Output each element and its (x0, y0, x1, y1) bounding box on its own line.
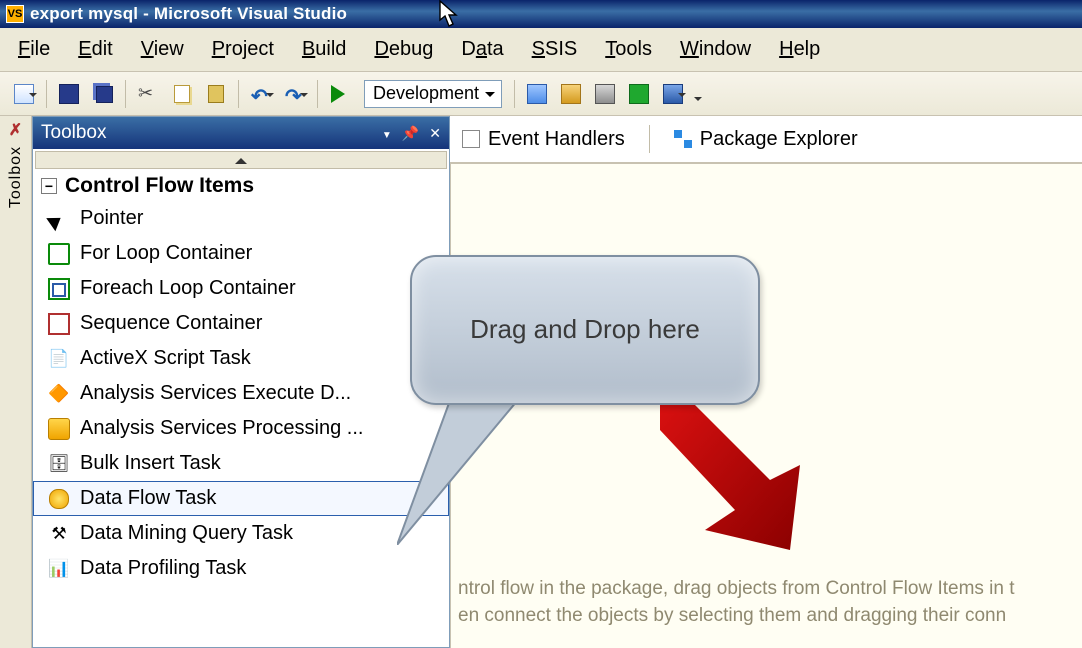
toolbox-items: Pointer For Loop Container Foreach Loop Co… (33, 201, 449, 586)
tab-label: Package Explorer (700, 128, 858, 151)
toolbox-item-label: Foreach Loop Container (80, 277, 296, 300)
toolbar-icon-4[interactable] (623, 78, 655, 110)
solution-config-dropdown[interactable]: Development (364, 80, 502, 108)
toolbox-item-icon (48, 453, 70, 475)
toolbar-sep (514, 80, 515, 108)
paste-button[interactable] (200, 78, 232, 110)
toolbox-panel: Toolbox 📌 ✕ − Control Flow Items Pointer… (32, 116, 450, 648)
toolbox-item[interactable]: Data Mining Query Task (33, 516, 449, 551)
toolbox-item[interactable]: Pointer (33, 201, 449, 236)
toolbox-item[interactable]: Data Profiling Task (33, 551, 449, 586)
designer-tabstrip: Event Handlers Package Explorer (450, 116, 1082, 164)
callout-bubble: Drag and Drop here (410, 255, 760, 405)
toolbox-tab-label: Toolbox (7, 146, 25, 208)
toolbox-item-icon (48, 278, 70, 300)
menu-window[interactable]: Window (680, 38, 751, 61)
start-debug-button[interactable] (324, 78, 356, 110)
toolbox-item-icon (48, 558, 70, 580)
toolbar-sep (125, 80, 126, 108)
toolbox-item[interactable]: Analysis Services Execute D... (33, 376, 449, 411)
toolbox-item-label: Bulk Insert Task (80, 452, 221, 475)
toolbox-close-button[interactable]: ✕ (429, 125, 441, 142)
new-project-button[interactable] (8, 78, 40, 110)
tab-sep (649, 125, 650, 153)
event-handlers-icon (462, 130, 480, 148)
toolbox-pin-button[interactable]: 📌 (402, 125, 419, 142)
design-canvas[interactable]: ntrol flow in the package, drag objects … (450, 164, 1082, 648)
toolbox-item-icon (48, 243, 70, 265)
toolbox-options-button[interactable] (382, 125, 392, 142)
config-value: Development (373, 83, 479, 104)
toolbox-group-header[interactable]: − Control Flow Items (33, 171, 449, 201)
toolbox-item[interactable]: Data Flow Task (33, 481, 449, 516)
toolbox-body: − Control Flow Items Pointer For Loop Con… (33, 149, 449, 647)
toolbox-header: Toolbox 📌 ✕ (33, 117, 449, 149)
toolbox-scroll-up[interactable] (35, 151, 447, 169)
toolbar-icon-5[interactable] (657, 78, 689, 110)
toolbox-item-label: For Loop Container (80, 242, 252, 265)
collapse-icon: − (41, 178, 57, 194)
toolbox-item-label: Analysis Services Processing ... (80, 417, 363, 440)
toolbar-icon-1[interactable] (521, 78, 553, 110)
menu-tools[interactable]: Tools (605, 38, 652, 61)
toolbox-title: Toolbox (41, 122, 107, 144)
toolbox-item-label: Data Profiling Task (80, 557, 246, 580)
toolbox-item[interactable]: ActiveX Script Task (33, 341, 449, 376)
toolbar-icon-2[interactable] (555, 78, 587, 110)
toolbox-item-icon (48, 313, 70, 335)
save-button[interactable] (53, 78, 85, 110)
package-explorer-icon (674, 130, 692, 148)
redo-button[interactable] (279, 78, 311, 110)
toolbox-item[interactable]: Analysis Services Processing ... (33, 411, 449, 446)
toolbox-item[interactable]: Foreach Loop Container (33, 271, 449, 306)
window-title: export mysql - Microsoft Visual Studio (30, 4, 347, 24)
toolbox-item[interactable]: Sequence Container (33, 306, 449, 341)
menu-ssis[interactable]: SSIS (532, 38, 578, 61)
toolbar-overflow[interactable] (691, 79, 705, 109)
menu-help[interactable]: Help (779, 38, 820, 61)
toolbox-item-label: Data Flow Task (80, 487, 216, 510)
tab-label: Event Handlers (488, 128, 625, 151)
menubar: File Edit View Project Build Debug Data … (0, 28, 1082, 72)
menu-file[interactable]: File (18, 38, 50, 61)
toolbar-sep (46, 80, 47, 108)
toolbox-tab[interactable]: Toolbox (0, 116, 32, 648)
toolbox-item-label: ActiveX Script Task (80, 347, 251, 370)
menu-build[interactable]: Build (302, 38, 346, 61)
toolbar-sep (317, 80, 318, 108)
toolbar: Development (0, 72, 1082, 116)
toolbox-item-label: Pointer (80, 207, 143, 230)
toolbox-item-icon (48, 383, 70, 405)
toolbox-item-label: Analysis Services Execute D... (80, 382, 351, 405)
save-all-button[interactable] (87, 78, 119, 110)
cut-button[interactable] (132, 78, 164, 110)
callout-text: Drag and Drop here (470, 313, 700, 347)
menu-debug[interactable]: Debug (374, 38, 433, 61)
toolbox-item-icon (48, 208, 70, 230)
toolbox-tab-icon (9, 120, 22, 140)
tab-event-handlers[interactable]: Event Handlers (452, 124, 635, 155)
toolbox-item-icon (48, 488, 70, 510)
undo-button[interactable] (245, 78, 277, 110)
toolbox-item[interactable]: For Loop Container (33, 236, 449, 271)
app-icon: VS (6, 5, 24, 23)
toolbox-item-label: Data Mining Query Task (80, 522, 293, 545)
toolbox-item-label: Sequence Container (80, 312, 262, 335)
toolbox-item[interactable]: Bulk Insert Task (33, 446, 449, 481)
menu-data[interactable]: Data (461, 38, 503, 61)
toolbar-icon-3[interactable] (589, 78, 621, 110)
toolbar-sep (238, 80, 239, 108)
menu-project[interactable]: Project (212, 38, 274, 61)
group-title: Control Flow Items (65, 174, 254, 198)
tab-package-explorer[interactable]: Package Explorer (664, 124, 868, 155)
titlebar: VS export mysql - Microsoft Visual Studi… (0, 0, 1082, 28)
copy-button[interactable] (166, 78, 198, 110)
toolbox-item-icon (48, 523, 70, 545)
canvas-hint-text: ntrol flow in the package, drag objects … (458, 575, 1082, 630)
menu-view[interactable]: View (141, 38, 184, 61)
toolbox-item-icon (48, 348, 70, 370)
menu-edit[interactable]: Edit (78, 38, 112, 61)
toolbox-item-icon (48, 418, 70, 440)
